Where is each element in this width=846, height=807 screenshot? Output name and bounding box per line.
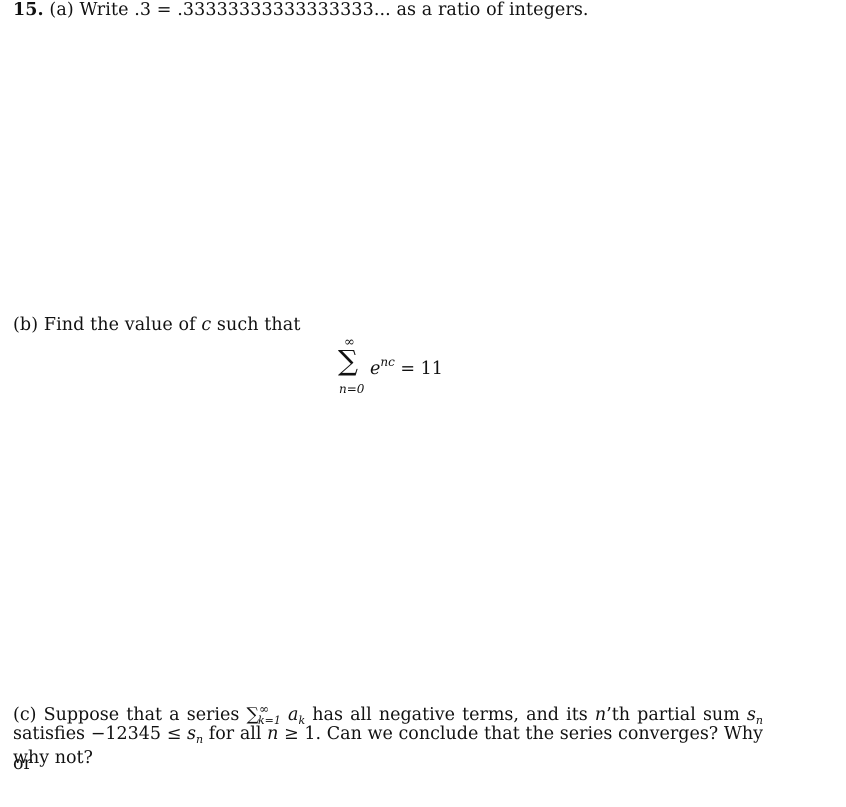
part-a-rest: = .33333333333333333... as a ratio of in… [151, 0, 589, 20]
summation-equation: ∞ ∑ n=0 enc = 11 [338, 335, 478, 400]
var-s: s [187, 724, 197, 744]
base-e: e [370, 359, 381, 379]
rhs: = 11 [394, 359, 443, 379]
part-b-text: Find the value of [43, 315, 202, 335]
exponent: nc [380, 355, 395, 369]
part-c-text: for all [203, 724, 268, 744]
problem-number: 15. [13, 0, 44, 20]
lower-limit: n=0 [339, 382, 365, 396]
var-n: n [267, 724, 279, 744]
part-b-text-after: such that [211, 315, 301, 335]
part-c-text: satisfies −12345 ≤ [13, 724, 188, 744]
part-c-text: why not? [13, 748, 93, 768]
part-a-label: (a) [49, 0, 74, 20]
part-a-text: Write . [79, 0, 140, 20]
part-a-line: 15. (a) Write .3 = .33333333333333333...… [13, 0, 589, 20]
repeating-digit: 3 [139, 0, 152, 20]
summand: enc = 11 [370, 355, 443, 379]
part-c-line-3: why not? [13, 746, 763, 770]
sigma-symbol: ∑ [338, 344, 358, 377]
part-b-line: (b) Find the value of c such that [13, 315, 300, 335]
variable-c: c [201, 315, 212, 335]
part-b-label: (b) [13, 315, 39, 335]
